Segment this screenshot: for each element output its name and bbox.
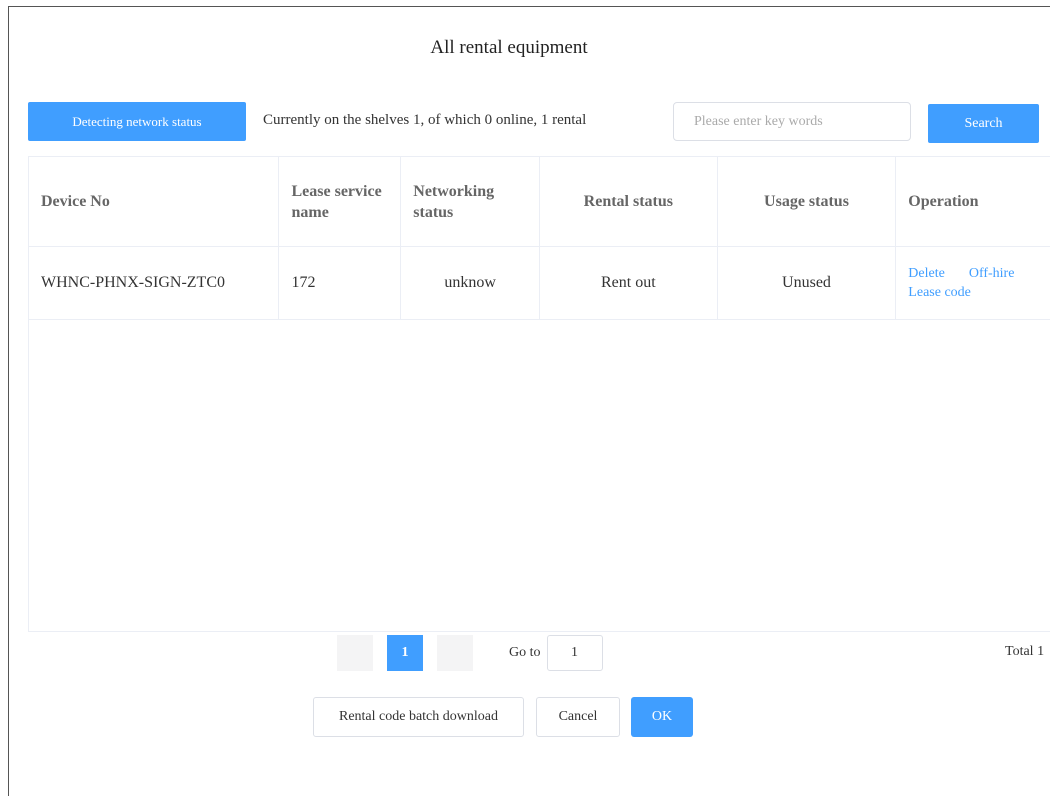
column-header-usage-status: Usage status <box>718 157 897 246</box>
equipment-table: Device No Lease service name Networking … <box>28 156 1050 632</box>
table-row: WHNC-PHNX-SIGN-ZTC0 172 unknow Rent out … <box>29 247 1050 320</box>
total-count: Total 1 <box>1005 644 1045 659</box>
table-header-row: Device No Lease service name Networking … <box>29 157 1050 247</box>
goto-label: Go to <box>509 645 541 660</box>
cell-networking-status: unknow <box>401 247 540 319</box>
dialog-title: All rental equipment <box>430 37 588 58</box>
off-hire-link[interactable]: Off-hire <box>969 266 1015 282</box>
delete-link[interactable]: Delete <box>908 266 945 282</box>
cancel-button[interactable]: Cancel <box>536 697 620 737</box>
goto-page-input[interactable] <box>546 635 603 671</box>
pagination: 1 Go to <box>337 635 603 671</box>
page-number-current[interactable]: 1 <box>387 635 423 671</box>
lease-code-link[interactable]: Lease code <box>908 285 971 301</box>
next-page-button[interactable] <box>437 635 473 671</box>
cell-lease-service-name: 172 <box>279 247 402 319</box>
column-header-rental-status: Rental status <box>540 157 718 246</box>
cell-operations: Delete Off-hire Lease code <box>896 247 1050 319</box>
prev-page-button[interactable] <box>337 635 373 671</box>
rental-code-batch-download-button[interactable]: Rental code batch download <box>313 697 524 737</box>
cell-usage-status: Unused <box>718 247 897 319</box>
column-header-device-no: Device No <box>29 157 280 246</box>
column-header-lease-service-name: Lease service name <box>279 157 402 246</box>
search-input[interactable] <box>673 102 911 141</box>
search-button[interactable]: Search <box>928 104 1039 143</box>
cell-device-no: WHNC-PHNX-SIGN-ZTC0 <box>29 247 280 319</box>
cell-rental-status: Rent out <box>540 247 718 319</box>
rental-equipment-dialog: All rental equipment Detecting network s… <box>8 6 1050 796</box>
ok-button[interactable]: OK <box>631 697 693 737</box>
detect-network-status-button[interactable]: Detecting network status <box>28 102 246 141</box>
column-header-networking-status: Networking status <box>401 157 540 246</box>
column-header-operation: Operation <box>908 193 979 210</box>
shelf-summary-text: Currently on the shelves 1, of which 0 o… <box>263 112 587 128</box>
